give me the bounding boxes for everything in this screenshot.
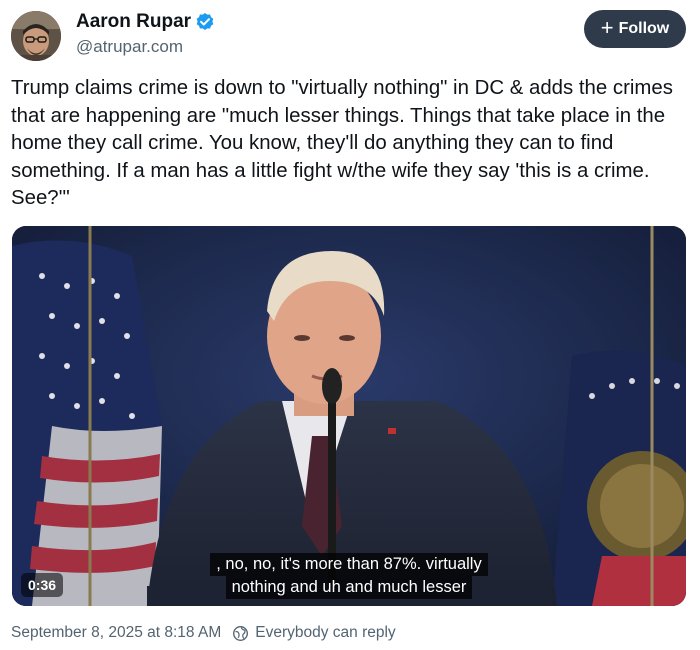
post-timestamp[interactable]: September 8, 2025 at 8:18 AM: [11, 624, 221, 642]
follow-button-label: Follow: [618, 20, 670, 37]
caption-line-1: , no, no, it's more than 87%. virtually: [210, 553, 488, 576]
reply-setting-label: Everybody can reply: [255, 624, 396, 641]
post-card: Aaron Rupar @atrupar.com + Follow Trump …: [0, 0, 700, 650]
follow-button[interactable]: + Follow: [584, 10, 686, 48]
avatar[interactable]: [11, 11, 61, 61]
globe-reply-icon: [232, 625, 249, 642]
post-text: Trump claims crime is down to "virtually…: [11, 77, 679, 209]
plus-icon: +: [600, 15, 614, 40]
video-duration-badge: 0:36: [21, 573, 64, 597]
video-caption: , no, no, it's more than 87%. virtually …: [12, 553, 686, 599]
post-meta: September 8, 2025 at 8:18 AM Everybody c…: [11, 624, 396, 642]
author-display-name[interactable]: Aaron Rupar: [76, 11, 191, 33]
video-player[interactable]: , no, no, it's more than 87%. virtually …: [12, 226, 686, 606]
video-frame: [12, 226, 686, 606]
avatar-image: [11, 11, 61, 61]
author-name-row: Aaron Rupar: [76, 10, 215, 34]
author-handle[interactable]: @atrupar.com: [76, 37, 183, 57]
caption-line-2: nothing and uh and much lesser: [225, 576, 473, 599]
verified-badge-icon: [195, 12, 215, 32]
